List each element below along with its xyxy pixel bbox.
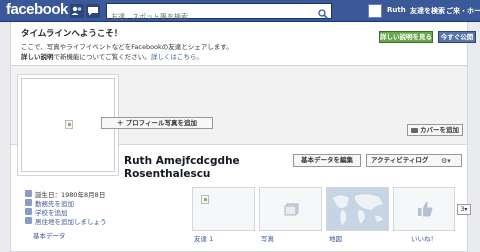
map-tile[interactable] bbox=[326, 187, 389, 231]
profile-link[interactable]: Ruth bbox=[387, 6, 406, 14]
messages-icon[interactable] bbox=[86, 4, 100, 18]
user-avatar[interactable] bbox=[368, 4, 382, 18]
photos-tile-label[interactable]: 写真 bbox=[261, 233, 274, 243]
more-sections-button[interactable]: 3▾ bbox=[457, 204, 471, 215]
search-icon[interactable] bbox=[317, 5, 329, 20]
more-count: 3 bbox=[460, 206, 465, 213]
add-residence-link[interactable]: 居住地を追加しましょう bbox=[35, 216, 107, 226]
add-residence-row[interactable]: 居住地を追加しましょう bbox=[25, 216, 107, 226]
school-icon bbox=[25, 208, 32, 215]
publish-now-button[interactable]: 今すぐ公開 bbox=[438, 31, 476, 43]
friend-requests-icon[interactable] bbox=[70, 4, 84, 18]
likes-tile[interactable] bbox=[393, 187, 455, 231]
welcome-help-bold: 詳しい説明 bbox=[21, 53, 54, 61]
learn-more-link[interactable]: 詳しくはこちら。 bbox=[151, 53, 203, 61]
world-map-icon bbox=[327, 188, 388, 230]
add-profile-photo-button[interactable]: ＋ プロフィール写真を追加 bbox=[101, 117, 213, 129]
birthday-icon bbox=[25, 190, 32, 197]
home-link[interactable]: ご来・ホーム bbox=[446, 6, 480, 16]
learn-more-button[interactable]: 詳しい説明を見る bbox=[379, 31, 433, 43]
basic-data-link[interactable]: 基本データ bbox=[33, 230, 66, 240]
find-friends-link[interactable]: 友達を検索 bbox=[410, 6, 445, 16]
welcome-help-rest: で新機能についてご覧ください。 bbox=[53, 53, 151, 61]
thumbs-up-icon bbox=[418, 202, 433, 217]
map-tile-label[interactable]: 地図 bbox=[329, 233, 342, 243]
broken-image-icon bbox=[65, 120, 73, 129]
welcome-description: ここで、写真やライフイベントなどをFacebookの友達とシェアします。 bbox=[21, 43, 233, 51]
profile-name: Ruth Amejfcdcgdhe Rosenthalescu bbox=[124, 155, 240, 180]
activity-log-button[interactable]: アクティビティログ ⚙▾ bbox=[366, 154, 462, 167]
friends-tile[interactable] bbox=[192, 187, 255, 231]
edit-basic-data-button[interactable]: 基本データを編集 bbox=[293, 154, 361, 167]
timeline-welcome-panel: タイムラインへようこそ！ ここで、写真やライフイベントなどをFacebookの友… bbox=[10, 22, 476, 66]
top-navigation-bar: facebook Ruth 友達を検索 ご来・ホーム bbox=[0, 0, 480, 24]
facebook-logo[interactable]: facebook bbox=[6, 1, 68, 18]
add-cover-button[interactable]: カバーを追加 bbox=[407, 124, 463, 136]
search-box bbox=[106, 3, 332, 24]
welcome-title: タイムラインへようこそ！ bbox=[21, 29, 123, 39]
gear-icon[interactable]: ⚙▾ bbox=[441, 156, 451, 167]
broken-image-icon bbox=[201, 195, 209, 204]
camera-icon bbox=[411, 127, 418, 133]
likes-tile-label[interactable]: いいね！ bbox=[411, 233, 437, 243]
profile-info-list: 誕生日：1980年8月8日 勤務先を追加 学校を追加 居住地を追加しましょう bbox=[25, 189, 107, 226]
photos-icon bbox=[284, 203, 299, 216]
add-cover-label: カバーを追加 bbox=[420, 126, 459, 134]
photos-tile[interactable] bbox=[259, 187, 322, 231]
activity-log-label: アクティビティログ bbox=[371, 156, 429, 164]
friends-tile-label[interactable]: 友達 1 bbox=[194, 233, 213, 243]
home-icon bbox=[25, 217, 32, 224]
welcome-help-text: 詳しい説明で新機能についてご覧ください。詳しくはこちら。 bbox=[21, 51, 203, 61]
work-icon bbox=[25, 199, 32, 206]
